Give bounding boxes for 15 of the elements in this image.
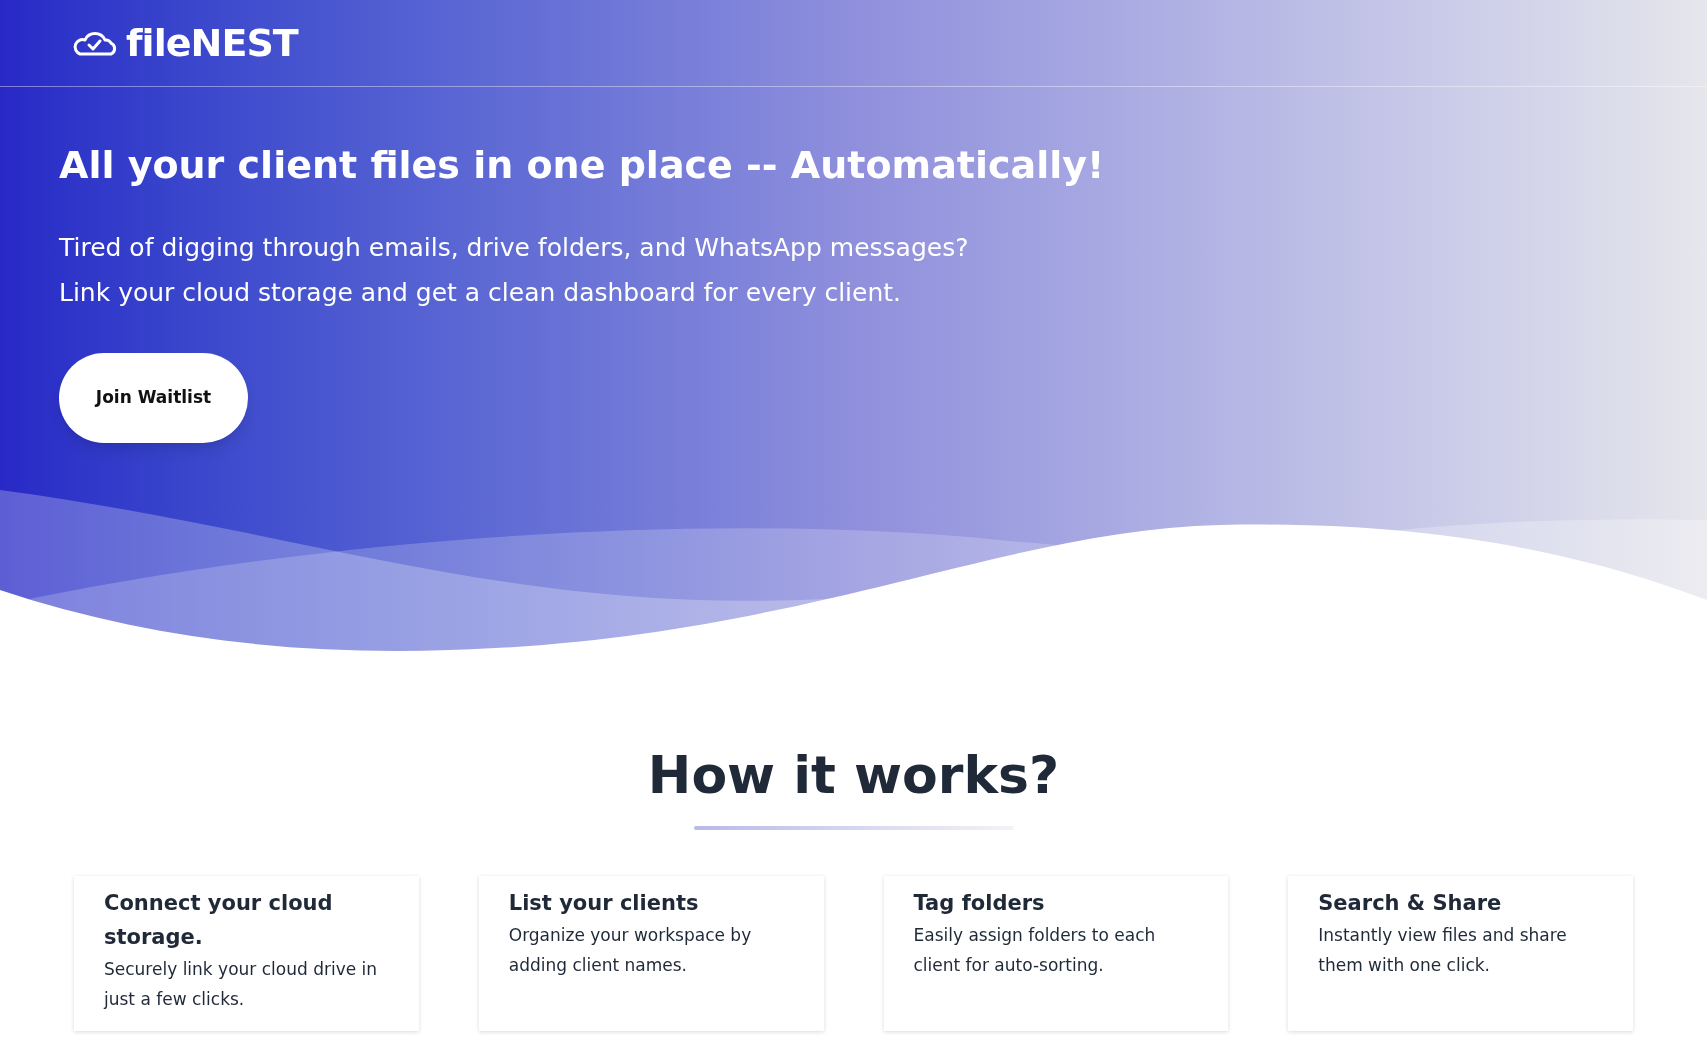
logo-text: fileNEST: [126, 19, 298, 67]
step-title: Connect your cloud storage.: [104, 890, 334, 951]
step-description: Organize your workspace by adding client names.: [508, 924, 753, 977]
cloud-check-icon: [72, 30, 118, 56]
step-description: Securely link your cloud drive in just a few clicks.: [104, 958, 379, 1011]
step-title: Tag folders: [913, 890, 1046, 917]
section-title: How it works?: [647, 744, 1060, 807]
step-title: Search & Share: [1318, 890, 1503, 917]
step-description: Instantly view files and share them with one click.: [1318, 924, 1568, 977]
hero-title: All your client files in one place -- Automatically!: [59, 142, 1106, 189]
hero-subtitle: Tired of digging through emails, drive folders, and WhatsApp messages?: [59, 231, 970, 264]
join-waitlist-button[interactable]: Join Waitlist: [59, 352, 248, 443]
step-title: List your clients: [508, 890, 700, 917]
hero-subtitle: Link your cloud storage and get a clean dashboard for every client.: [59, 276, 902, 309]
step-description: Easily assign folders to each client for auto-sorting.: [913, 924, 1157, 977]
